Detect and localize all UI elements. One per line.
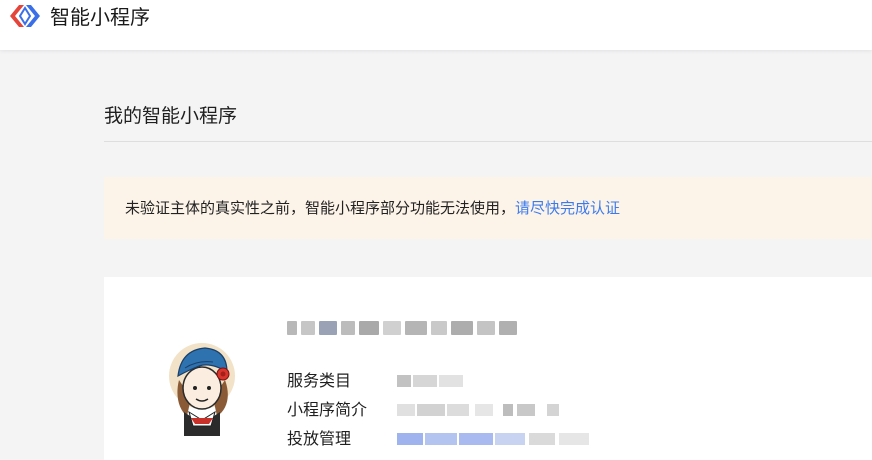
delivery-value-redacted: [397, 429, 597, 449]
field-label-service-category: 服务类目: [287, 371, 352, 390]
service-category-value-redacted: [397, 371, 477, 391]
notice-message: 未验证主体的真实性之前，智能小程序部分功能无法使用，请尽快完成认证: [125, 197, 620, 219]
top-header: 智能小程序: [0, 0, 872, 50]
title-divider: [104, 141, 872, 142]
complete-verification-link[interactable]: 请尽快完成认证: [515, 199, 620, 217]
notice-text: 未验证主体的真实性之前，智能小程序部分功能无法使用，: [125, 199, 516, 217]
avatar: [169, 343, 235, 436]
intro-value-redacted: [397, 400, 567, 420]
mini-program-card[interactable]: 服务类目 小程序简介 投放管理: [104, 277, 872, 460]
mini-program-name-redacted: [287, 321, 519, 345]
verification-notice: 未验证主体的真实性之前，智能小程序部分功能无法使用，请尽快完成认证: [104, 177, 872, 239]
smart-program-logo-icon[interactable]: [9, 4, 41, 28]
page-title: 我的智能小程序: [104, 105, 238, 127]
field-label-intro: 小程序简介: [287, 400, 368, 419]
field-label-delivery: 投放管理: [287, 429, 352, 448]
app-title: 智能小程序: [50, 5, 150, 29]
